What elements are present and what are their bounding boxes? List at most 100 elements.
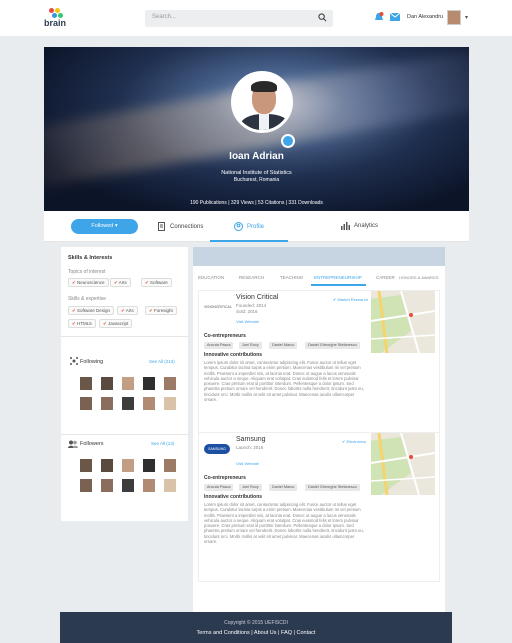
profile-nav: Followed ▾ Connections Profile Analytics [44, 211, 469, 242]
follower-avatar[interactable] [101, 377, 113, 390]
skill-tag[interactable]: ✔ HTML5 [68, 319, 96, 328]
skills-sidebar: Skills & Interests Topics of interest ✔ … [61, 247, 188, 521]
active-tab-indicator [210, 240, 288, 242]
following-icon [70, 357, 78, 365]
company-field: ✔ Electronics [342, 439, 367, 444]
search-bar[interactable]: Search... [145, 10, 333, 27]
topic-tag[interactable]: ✔ Neuroscience [68, 278, 109, 287]
profile-photo [231, 71, 293, 133]
follower-avatar[interactable] [143, 479, 155, 492]
company-name: Samsung [236, 436, 266, 443]
coentrepreneur-tag[interactable]: Ancuta Pasca [204, 484, 234, 491]
follower-avatar[interactable] [164, 377, 176, 390]
mail-icon[interactable] [390, 13, 400, 21]
company-logo: VISIONCRITICAL [204, 305, 232, 309]
company-name: Vision Critical [236, 294, 279, 301]
logo-text: brain [44, 18, 67, 28]
follower-avatar[interactable] [122, 377, 134, 390]
skill-tag[interactable]: ✔ Javascript [99, 319, 133, 328]
visit-website-link[interactable]: Visit Website [236, 319, 259, 324]
active-subtab-indicator [311, 284, 366, 286]
follower-avatar[interactable] [101, 459, 113, 472]
tab-honors-awards[interactable]: HONORS & AWARDS [399, 275, 439, 280]
footer-copyright: Copyright © 2015 UEFISCDI [224, 620, 288, 626]
tab-connections[interactable]: Connections [158, 222, 203, 231]
coentrepreneur-tag[interactable]: Daniel Gheorghe Stefanescu [305, 342, 360, 349]
tab-research[interactable]: RESEARCH [239, 275, 264, 280]
following-see-all-link[interactable]: See All (213) [149, 359, 175, 364]
topics-label: Topics of interest [68, 269, 106, 275]
top-bar: brain Search... Dan Alexandru ▾ [0, 0, 512, 36]
follower-avatar[interactable] [80, 459, 92, 472]
follower-avatar[interactable] [143, 459, 155, 472]
follower-avatar[interactable] [143, 377, 155, 390]
follower-avatar[interactable] [164, 479, 176, 492]
tab-analytics[interactable]: Analytics [341, 222, 378, 230]
contributions-text: Lorem ipsum dolor sit amet, consectetur … [204, 360, 364, 403]
topic-tag[interactable]: ✔ Software [141, 278, 172, 287]
brain-logo[interactable]: brain [44, 8, 68, 30]
follower-avatar[interactable] [101, 397, 113, 410]
chevron-down-icon[interactable]: ▾ [465, 14, 468, 21]
follower-avatar[interactable] [80, 377, 92, 390]
message-icon[interactable] [281, 134, 295, 148]
topic-tag[interactable]: ✔ Arts [110, 278, 131, 287]
coentrepreneur-tag[interactable]: Daniel Gheorghe Stefanescu [305, 484, 360, 491]
coentrepreneur-tag[interactable]: Joel Rovy [239, 484, 262, 491]
skill-tag[interactable]: ✔ Software Design [68, 306, 115, 315]
tab-teaching[interactable]: TEACHING [280, 275, 303, 280]
contributions-title: Innovative contributions [204, 352, 263, 358]
skill-tag[interactable]: ✔ Foresight [145, 306, 177, 315]
company-sold: Sold: 2016 [236, 309, 258, 314]
coentrepreneurs-title: Co-entrepreneurs [204, 333, 246, 339]
company-map[interactable] [371, 433, 435, 495]
follower-avatar[interactable] [122, 459, 134, 472]
footer-links[interactable]: Terms and Conditions | About Us | FAQ | … [60, 630, 452, 636]
coentrepreneur-tag[interactable]: Daniel Marcu [269, 484, 298, 491]
profile-location: Bucharest, Romania [233, 177, 280, 183]
connections-icon [158, 222, 165, 231]
follower-avatar[interactable] [101, 479, 113, 492]
coentrepreneur-tag[interactable]: Joel Rovy [239, 342, 262, 349]
tab-education[interactable]: EDUCATION [198, 275, 224, 280]
company-founded: Launch: 2016 [236, 445, 264, 450]
coentrepreneurs-title: Co-entrepreneurs [204, 475, 246, 481]
coentrepreneur-tag[interactable]: Daniel Marcu [269, 342, 298, 349]
profile-institution: National Institute of Statistics [221, 170, 292, 176]
profile-name: Ioan Adrian [229, 151, 284, 162]
company-card: SAMSUNG Samsung Launch: 2016 Visit Websi… [198, 432, 440, 582]
follower-avatar[interactable] [143, 397, 155, 410]
notification-bell-icon[interactable] [374, 12, 384, 23]
visit-website-link[interactable]: Visit Website [236, 461, 259, 466]
tab-entrepreneurship[interactable]: ENTREPRENEURSHIP [314, 275, 362, 280]
company-field: ✔ Market Research [333, 297, 368, 302]
follower-avatar[interactable] [122, 397, 134, 410]
profile-cover: Ioan Adrian National Institute of Statis… [44, 47, 469, 211]
profile-stats: 190 Publications | 329 Views | 53 Citati… [190, 200, 323, 206]
followers-see-all-link[interactable]: See All (13) [151, 441, 174, 446]
search-icon[interactable] [318, 13, 327, 22]
followed-button[interactable]: Followed ▾ [71, 219, 138, 234]
profile-content: EDUCATION RESEARCH TEACHING ENTREPRENEUR… [193, 247, 445, 614]
skill-tag[interactable]: ✔ Arts [117, 306, 138, 315]
coentrepreneur-tag[interactable]: Ancuta Pasca [204, 342, 234, 349]
company-card: VISIONCRITICAL Vision Critical Founded: … [198, 290, 440, 438]
user-name[interactable]: Dan Alexandru [407, 14, 443, 20]
followers-title: Followers [80, 441, 104, 447]
follower-avatar[interactable] [122, 479, 134, 492]
follower-avatar[interactable] [80, 479, 92, 492]
following-title: Following [80, 359, 104, 365]
tab-profile[interactable]: Profile [234, 222, 264, 231]
skills-title: Skills & Interests [68, 255, 113, 261]
company-map[interactable] [371, 291, 435, 353]
skills-label: Skills & expertise [68, 296, 107, 302]
follower-avatar[interactable] [164, 397, 176, 410]
search-placeholder: Search... [152, 14, 177, 20]
tab-career[interactable]: CAREER [376, 275, 395, 280]
follower-avatar[interactable] [164, 459, 176, 472]
follower-avatar[interactable] [80, 397, 92, 410]
company-founded: Founded: 2014 [236, 303, 267, 308]
user-avatar[interactable] [447, 10, 461, 25]
followers-icon [68, 440, 78, 448]
company-logo: SAMSUNG [204, 444, 230, 454]
